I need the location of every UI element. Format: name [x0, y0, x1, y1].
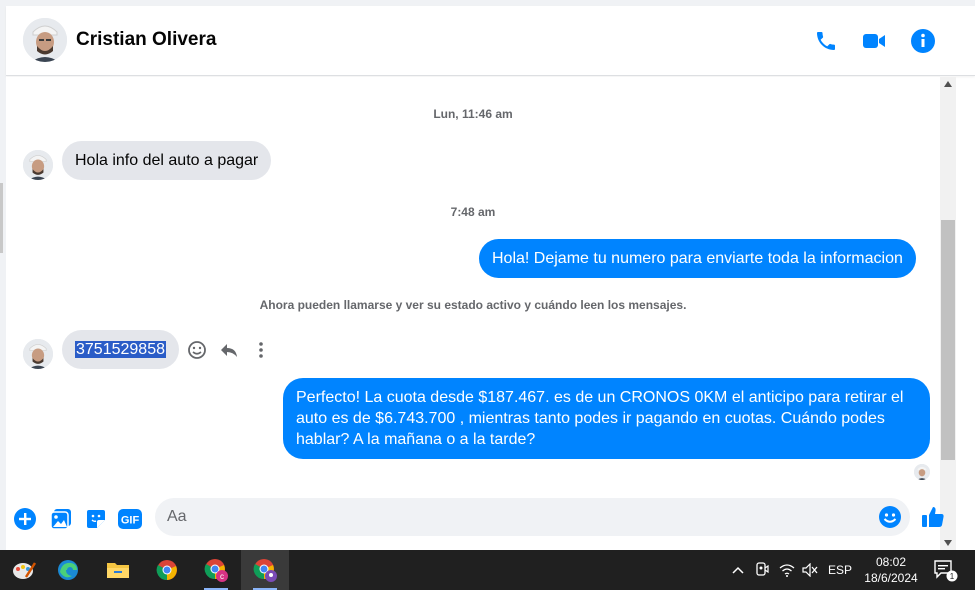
- info-icon[interactable]: [908, 26, 938, 56]
- windows-taskbar: c ESP 08:02 18/6/2024 1: [0, 550, 975, 590]
- photo-icon[interactable]: [48, 506, 74, 532]
- clock-date: 18/6/2024: [864, 571, 918, 585]
- sender-avatar[interactable]: [23, 339, 53, 369]
- language-indicator[interactable]: ESP: [824, 550, 856, 590]
- edge-browser-icon[interactable]: [44, 550, 92, 590]
- chrome-profile-active-icon[interactable]: [241, 550, 289, 590]
- messenger-window: Cristian Olivera Lun, 11:46 am Hola info…: [0, 0, 975, 550]
- react-emoji-icon[interactable]: [186, 339, 208, 361]
- contact-avatar[interactable]: [23, 18, 67, 62]
- svg-text:c: c: [220, 572, 224, 581]
- reply-icon[interactable]: [218, 339, 240, 361]
- file-explorer-icon[interactable]: [94, 550, 142, 590]
- outgoing-message[interactable]: Hola! Dejame tu numero para enviarte tod…: [479, 239, 916, 278]
- more-options-icon[interactable]: [250, 339, 272, 361]
- message-thread[interactable]: Lun, 11:46 am Hola info del auto a pagar…: [6, 77, 940, 492]
- phone-icon[interactable]: [811, 26, 841, 56]
- emoji-icon[interactable]: [878, 505, 902, 529]
- contact-name[interactable]: Cristian Olivera: [76, 29, 216, 51]
- incoming-message[interactable]: Hola info del auto a pagar: [62, 141, 272, 180]
- seen-avatar: [914, 464, 930, 480]
- system-notice: Ahora pueden llamarse y ver su estado ac…: [259, 298, 687, 312]
- screen: Cristian Olivera Lun, 11:46 am Hola info…: [0, 0, 975, 590]
- incoming-message-selected[interactable]: 3751529858: [62, 330, 179, 369]
- video-camera-icon[interactable]: [859, 26, 889, 56]
- message-input-container[interactable]: [155, 498, 910, 536]
- outgoing-message[interactable]: Perfecto! La cuota desde $187.467. es de…: [283, 378, 930, 459]
- svg-text:1: 1: [950, 572, 955, 581]
- gif-icon[interactable]: GIF: [117, 506, 143, 532]
- meet-now-icon[interactable]: [752, 550, 772, 590]
- conversation-header: Cristian Olivera: [6, 6, 975, 76]
- timestamp: Lun, 11:46 am: [433, 107, 513, 121]
- selected-text[interactable]: 3751529858: [75, 341, 166, 358]
- chrome-profile-c-icon[interactable]: c: [192, 550, 240, 590]
- pinned-app-paint-icon[interactable]: [0, 550, 48, 590]
- message-actions: [186, 339, 272, 361]
- scroll-up-arrow-icon[interactable]: [940, 77, 956, 91]
- show-hidden-icons-chevron-icon[interactable]: [728, 550, 748, 590]
- thread-scrollbar[interactable]: [940, 77, 956, 550]
- plus-circle-icon[interactable]: [12, 506, 38, 532]
- scrollbar-thumb[interactable]: [941, 220, 955, 460]
- message-input[interactable]: [167, 498, 857, 536]
- system-clock[interactable]: 08:02 18/6/2024: [862, 554, 920, 586]
- chrome-browser-icon[interactable]: [143, 550, 191, 590]
- message-composer: GIF: [6, 492, 944, 550]
- sender-avatar[interactable]: [23, 150, 53, 180]
- scroll-down-arrow-icon[interactable]: [940, 536, 956, 550]
- thumbs-up-icon[interactable]: [920, 504, 946, 530]
- sticker-icon[interactable]: [83, 506, 109, 532]
- notification-center-icon[interactable]: 1: [928, 550, 962, 590]
- volume-muted-icon[interactable]: [799, 550, 821, 590]
- clock-time: 08:02: [875, 555, 907, 569]
- timestamp: 7:48 am: [450, 205, 496, 219]
- svg-text:GIF: GIF: [121, 515, 140, 527]
- wifi-icon[interactable]: [776, 550, 798, 590]
